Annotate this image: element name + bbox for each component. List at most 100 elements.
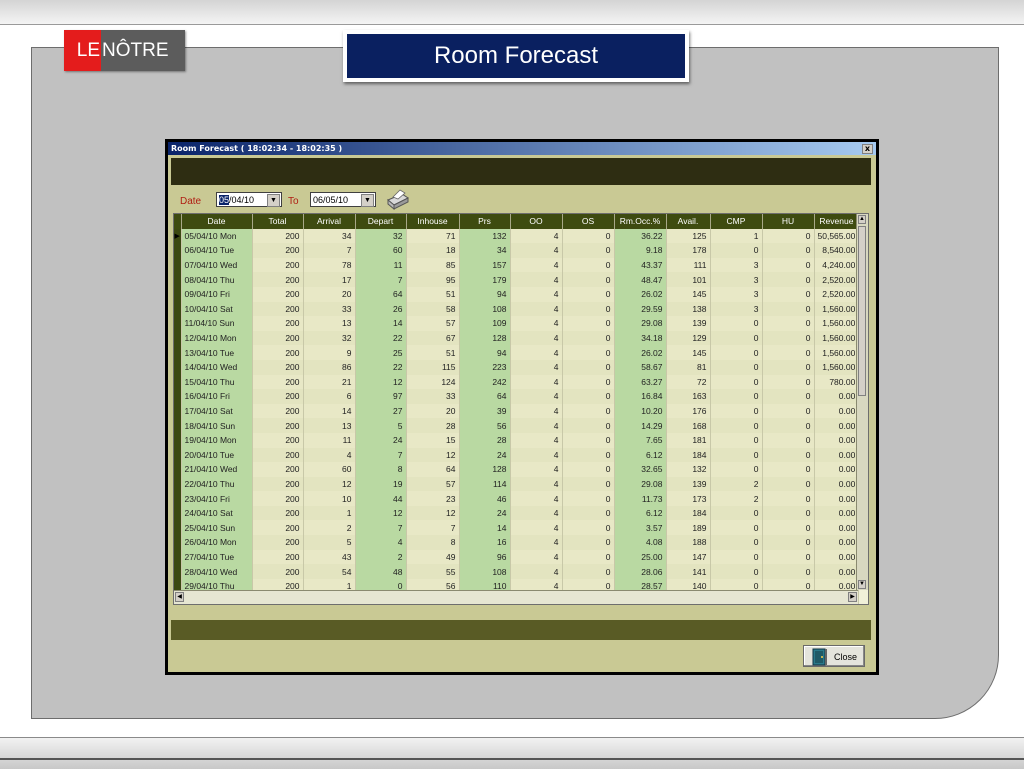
cell-total[interactable]: 200 <box>252 447 304 463</box>
cell-cmp[interactable]: 0 <box>710 432 763 448</box>
cell-arrival[interactable]: 43 <box>303 549 356 565</box>
cell-rm-occ[interactable]: 16.84 <box>614 389 667 404</box>
table-row[interactable]: 06/04/10 Tue 200 7 60 18 34 4 0 9.18 178 0 0 8,540.0… <box>174 243 860 258</box>
cell-os[interactable]: 0 <box>562 243 615 258</box>
cell-oo[interactable]: 4 <box>510 520 563 536</box>
column-header[interactable]: Total <box>252 214 304 229</box>
cell-avail[interactable]: 184 <box>666 447 711 463</box>
cell-oo[interactable]: 4 <box>510 535 563 550</box>
horizontal-scrollbar[interactable]: ◀ ▶ <box>174 590 858 604</box>
cell-avail[interactable]: 173 <box>666 491 711 506</box>
row-indicator[interactable] <box>174 505 182 521</box>
cell-arrival[interactable]: 20 <box>303 286 356 302</box>
cell-avail[interactable]: 139 <box>666 476 711 492</box>
cell-date[interactable]: 16/04/10 Fri <box>181 389 253 404</box>
cell-os[interactable]: 0 <box>562 432 615 448</box>
cell-inhouse[interactable]: 71 <box>406 228 460 244</box>
cell-depart[interactable]: 11 <box>355 257 407 273</box>
cell-cmp[interactable]: 0 <box>710 316 763 331</box>
column-header[interactable]: Arrival <box>303 214 356 229</box>
cell-rm-occ[interactable]: 6.12 <box>614 505 667 521</box>
cell-depart[interactable]: 7 <box>355 447 407 463</box>
row-indicator[interactable] <box>174 476 182 492</box>
cell-cmp[interactable]: 0 <box>710 564 763 579</box>
cell-inhouse[interactable]: 67 <box>406 330 460 346</box>
cell-prs[interactable]: 56 <box>459 418 511 433</box>
cell-oo[interactable]: 4 <box>510 549 563 565</box>
cell-arrival[interactable]: 13 <box>303 418 356 433</box>
cell-avail[interactable]: 132 <box>666 462 711 477</box>
cell-inhouse[interactable]: 7 <box>406 520 460 536</box>
date-to-picker[interactable]: 06/05/10 ▼ <box>310 192 376 207</box>
cell-inhouse[interactable]: 8 <box>406 535 460 550</box>
table-row[interactable]: 24/04/10 Sat 200 1 12 12 24 4 0 6.12 184 0 0 0.00 <box>174 505 860 521</box>
cell-avail[interactable]: 184 <box>666 505 711 521</box>
row-indicator[interactable] <box>174 359 182 375</box>
cell-rm-occ[interactable]: 9.18 <box>614 243 667 258</box>
cell-avail[interactable]: 145 <box>666 345 711 360</box>
cell-arrival[interactable]: 5 <box>303 535 356 550</box>
cell-rm-occ[interactable]: 29.59 <box>614 301 667 317</box>
cell-oo[interactable]: 4 <box>510 374 563 390</box>
cell-date[interactable]: 08/04/10 Thu <box>181 272 253 287</box>
table-row[interactable]: 22/04/10 Thu 200 12 19 57 114 4 0 29.08 139 2 0 0.00 <box>174 476 860 492</box>
cell-hu[interactable]: 0 <box>762 549 815 565</box>
cell-prs[interactable]: 223 <box>459 359 511 375</box>
cell-hu[interactable]: 0 <box>762 389 815 404</box>
cell-hu[interactable]: 0 <box>762 257 815 273</box>
cell-cmp[interactable]: 0 <box>710 359 763 375</box>
cell-avail[interactable]: 189 <box>666 520 711 536</box>
table-row[interactable]: ▶ 05/04/10 Mon 200 34 32 71 132 4 0 36.22 125 1 0 50,… <box>174 228 860 244</box>
cell-oo[interactable]: 4 <box>510 447 563 463</box>
table-row[interactable]: 19/04/10 Mon 200 11 24 15 28 4 0 7.65 181 0 0 0.00 <box>174 432 860 448</box>
cell-arrival[interactable]: 9 <box>303 345 356 360</box>
cell-date[interactable]: 20/04/10 Tue <box>181 447 253 463</box>
cell-revenue[interactable]: 2,520.00 <box>814 286 860 302</box>
cell-total[interactable]: 200 <box>252 272 304 287</box>
vertical-scroll-thumb[interactable] <box>858 226 866 396</box>
cell-inhouse[interactable]: 64 <box>406 462 460 477</box>
cell-depart[interactable]: 97 <box>355 389 407 404</box>
cell-cmp[interactable]: 0 <box>710 418 763 433</box>
cell-revenue[interactable]: 1,560.00 <box>814 301 860 317</box>
cell-depart[interactable]: 19 <box>355 476 407 492</box>
cell-cmp[interactable]: 0 <box>710 462 763 477</box>
cell-hu[interactable]: 0 <box>762 520 815 536</box>
cell-revenue[interactable]: 0.00 <box>814 418 860 433</box>
cell-cmp[interactable]: 0 <box>710 389 763 404</box>
cell-revenue[interactable]: 1,560.00 <box>814 345 860 360</box>
cell-oo[interactable]: 4 <box>510 462 563 477</box>
cell-total[interactable]: 200 <box>252 432 304 448</box>
column-header[interactable]: Revenue <box>814 214 860 229</box>
cell-depart[interactable]: 22 <box>355 359 407 375</box>
cell-prs[interactable]: 108 <box>459 564 511 579</box>
cell-arrival[interactable]: 1 <box>303 505 356 521</box>
cell-os[interactable]: 0 <box>562 447 615 463</box>
cell-date[interactable]: 15/04/10 Thu <box>181 374 253 390</box>
cell-inhouse[interactable]: 15 <box>406 432 460 448</box>
cell-oo[interactable]: 4 <box>510 301 563 317</box>
cell-os[interactable]: 0 <box>562 462 615 477</box>
cell-oo[interactable]: 4 <box>510 359 563 375</box>
cell-total[interactable]: 200 <box>252 505 304 521</box>
cell-prs[interactable]: 24 <box>459 447 511 463</box>
column-header[interactable]: Depart <box>355 214 407 229</box>
cell-prs[interactable]: 114 <box>459 476 511 492</box>
cell-date[interactable]: 19/04/10 Mon <box>181 432 253 448</box>
cell-oo[interactable]: 4 <box>510 418 563 433</box>
cell-total[interactable]: 200 <box>252 330 304 346</box>
cell-avail[interactable]: 176 <box>666 403 711 419</box>
cell-revenue[interactable]: 8,540.00 <box>814 243 860 258</box>
column-header[interactable]: Date <box>181 214 253 229</box>
cell-arrival[interactable]: 21 <box>303 374 356 390</box>
cell-avail[interactable]: 101 <box>666 272 711 287</box>
cell-total[interactable]: 200 <box>252 374 304 390</box>
cell-date[interactable]: 05/04/10 Mon <box>181 228 253 244</box>
cell-depart[interactable]: 26 <box>355 301 407 317</box>
cell-total[interactable]: 200 <box>252 403 304 419</box>
cell-arrival[interactable]: 11 <box>303 432 356 448</box>
row-indicator[interactable] <box>174 389 182 404</box>
cell-rm-occ[interactable]: 29.08 <box>614 316 667 331</box>
cell-arrival[interactable]: 12 <box>303 476 356 492</box>
cell-oo[interactable]: 4 <box>510 505 563 521</box>
